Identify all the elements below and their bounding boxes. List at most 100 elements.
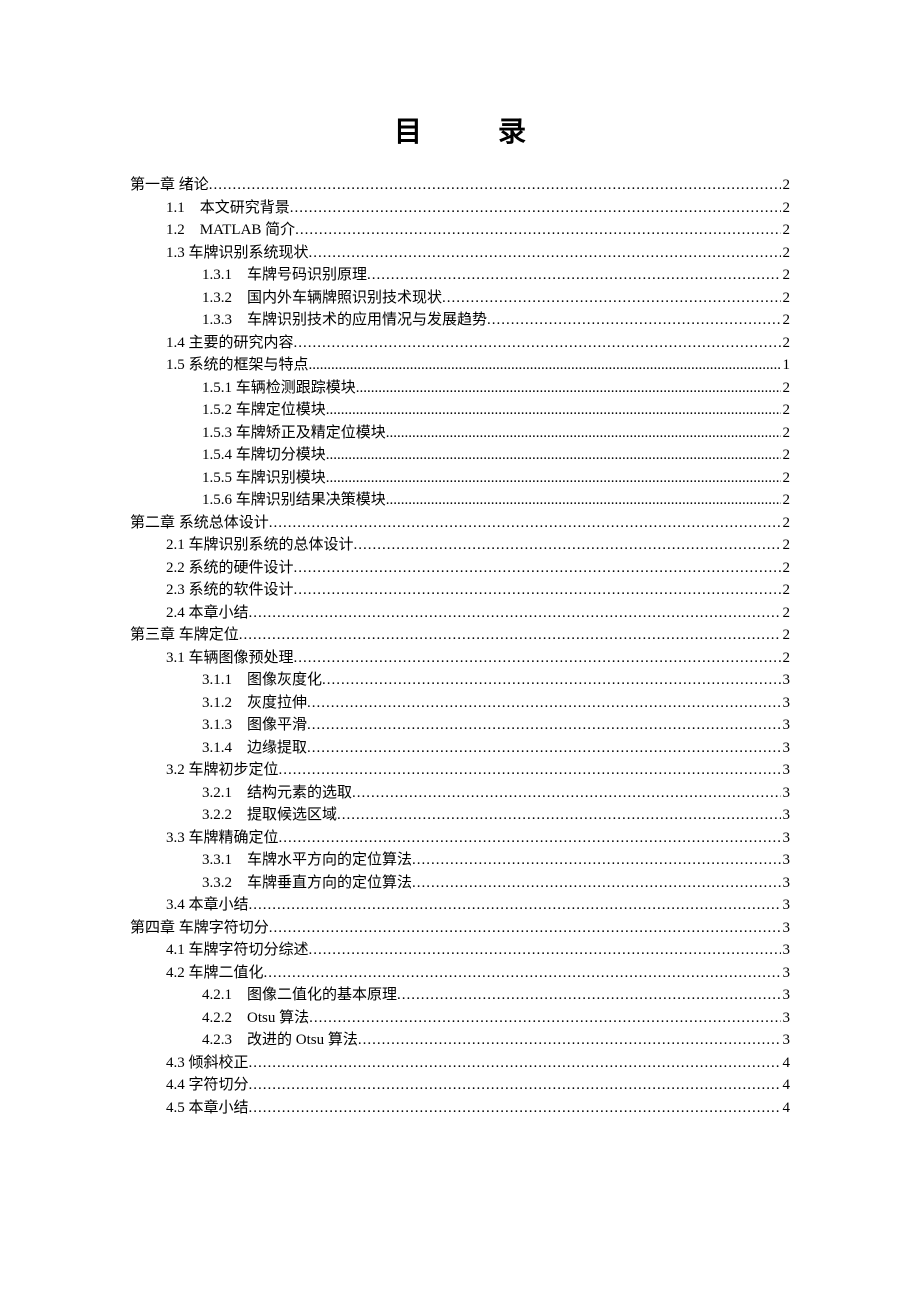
toc-entry-label: 1.5.3 车牌矫正及精定位模块 <box>202 422 386 445</box>
toc-leader <box>294 332 781 355</box>
toc-entry-page: 4 <box>781 1097 791 1120</box>
toc-entry-label: 4.5 本章小结 <box>166 1097 249 1120</box>
toc-entry-page: 3 <box>781 894 791 917</box>
toc-entry-label: 2.3 系统的软件设计 <box>166 579 294 602</box>
toc-entry: 第四章 车牌字符切分3 <box>130 917 790 940</box>
toc-entry-page: 2 <box>781 512 791 535</box>
toc-entry-label: 3.3.1 车牌水平方向的定位算法 <box>202 849 412 872</box>
toc-leader <box>309 1007 780 1030</box>
toc-entry-label: 3.2 车牌初步定位 <box>166 759 279 782</box>
toc-leader <box>249 1097 781 1120</box>
toc-entry-label: 4.2.3 改进的 Otsu 算法 <box>202 1029 358 1052</box>
toc-entry-page: 2 <box>781 219 791 242</box>
toc-entry-label: 1.5.1 车辆检测跟踪模块 <box>202 377 356 400</box>
toc-entry: 1.5.3 车牌矫正及精定位模块 2 <box>202 422 790 445</box>
toc-leader <box>249 602 781 625</box>
toc-leader <box>295 219 780 242</box>
toc-leader <box>307 737 780 760</box>
toc-leader <box>326 467 781 490</box>
toc-entry-page: 3 <box>781 962 791 985</box>
toc-entry-label: 4.2.1 图像二值化的基本原理 <box>202 984 397 1007</box>
toc-entry-label: 1.1 本文研究背景 <box>166 197 290 220</box>
toc-entry-label: 1.5 系统的框架与特点 <box>166 354 309 377</box>
toc-entry-label: 3.1.1 图像灰度化 <box>202 669 322 692</box>
toc-entry: 1.3.1 车牌号码识别原理2 <box>202 264 790 287</box>
toc-entry-page: 3 <box>781 669 791 692</box>
toc-entry-label: 4.3 倾斜校正 <box>166 1052 249 1075</box>
toc-entry: 1.3 车牌识别系统现状 2 <box>166 242 790 265</box>
toc-entry-page: 2 <box>781 467 791 490</box>
toc-entry: 3.3 车牌精确定位 3 <box>166 827 790 850</box>
toc-entry-page: 2 <box>781 489 791 512</box>
toc-entry: 1.3.3 车牌识别技术的应用情况与发展趋势2 <box>202 309 790 332</box>
toc-entry-label: 2.2 系统的硬件设计 <box>166 557 294 580</box>
toc-entry-page: 2 <box>781 332 791 355</box>
toc-leader <box>412 872 780 895</box>
toc-leader <box>279 827 781 850</box>
toc-entry-page: 3 <box>781 759 791 782</box>
toc-leader <box>249 894 781 917</box>
toc-entry-label: 3.1.4 边缘提取 <box>202 737 307 760</box>
toc-entry-page: 2 <box>781 602 791 625</box>
toc-entry: 2.3 系统的软件设计 2 <box>166 579 790 602</box>
toc-leader <box>309 354 781 377</box>
toc-entry-page: 3 <box>781 737 791 760</box>
toc-entry: 2.1 车牌识别系统的总体设计 2 <box>166 534 790 557</box>
toc-leader <box>354 534 781 557</box>
toc-entry: 第二章 系统总体设计 2 <box>130 512 790 535</box>
toc-entry-page: 2 <box>781 174 791 197</box>
toc-entry-page: 3 <box>781 872 791 895</box>
toc-entry-page: 4 <box>781 1074 791 1097</box>
toc-entry: 第一章 绪论2 <box>130 174 790 197</box>
toc-leader <box>487 309 780 332</box>
toc-entry: 1.3.2 国内外车辆牌照识别技术现状2 <box>202 287 790 310</box>
toc-entry-label: 1.2 MATLAB 简介 <box>166 219 295 242</box>
toc-entry: 1.4 主要的研究内容 2 <box>166 332 790 355</box>
toc-entry-label: 3.1.3 图像平滑 <box>202 714 307 737</box>
toc-leader <box>412 849 780 872</box>
toc-entry: 4.5 本章小结 4 <box>166 1097 790 1120</box>
toc-entry: 4.4 字符切分 4 <box>166 1074 790 1097</box>
toc-entry-page: 3 <box>781 1007 791 1030</box>
toc-entry-label: 1.3.2 国内外车辆牌照识别技术现状 <box>202 287 442 310</box>
toc-entry-page: 3 <box>781 849 791 872</box>
toc-entry-page: 2 <box>781 197 791 220</box>
toc-leader <box>326 444 781 467</box>
toc-leader <box>386 422 781 445</box>
toc-leader <box>294 647 781 670</box>
page-title: 目 录 <box>130 110 790 150</box>
toc-entry-label: 1.3.1 车牌号码识别原理 <box>202 264 367 287</box>
toc-entry-label: 4.2.2 Otsu 算法 <box>202 1007 309 1030</box>
toc-entry: 4.2 车牌二值化 3 <box>166 962 790 985</box>
toc-leader <box>307 692 780 715</box>
toc-leader <box>322 669 780 692</box>
toc-entry-page: 2 <box>781 377 791 400</box>
toc-entry: 4.2.3 改进的 Otsu 算法3 <box>202 1029 790 1052</box>
toc-entry-label: 3.2.2 提取候选区域 <box>202 804 337 827</box>
toc-entry-page: 2 <box>781 422 791 445</box>
toc-entry: 3.2.1 结构元素的选取3 <box>202 782 790 805</box>
toc-entry: 3.1.2 灰度拉伸3 <box>202 692 790 715</box>
toc-entry-page: 3 <box>781 804 791 827</box>
toc-leader <box>209 174 781 197</box>
toc-leader <box>309 242 781 265</box>
toc-leader <box>279 759 781 782</box>
toc-entry-page: 4 <box>781 1052 791 1075</box>
toc-entry-page: 3 <box>781 917 791 940</box>
toc-entry-label: 2.1 车牌识别系统的总体设计 <box>166 534 354 557</box>
toc-entry: 3.1.4 边缘提取 3 <box>202 737 790 760</box>
toc-leader <box>307 714 780 737</box>
toc-entry-label: 1.5.6 车牌识别结果决策模块 <box>202 489 386 512</box>
toc-entry-label: 1.5.2 车牌定位模块 <box>202 399 326 422</box>
toc-entry: 3.3.1 车牌水平方向的定位算法 3 <box>202 849 790 872</box>
toc-entry-label: 1.3 车牌识别系统现状 <box>166 242 309 265</box>
toc-entry-page: 2 <box>781 557 791 580</box>
toc-leader <box>386 489 781 512</box>
toc-entry-label: 第二章 系统总体设计 <box>130 512 269 535</box>
toc-entry: 4.2.1 图像二值化的基本原理3 <box>202 984 790 1007</box>
toc-entry-page: 3 <box>781 782 791 805</box>
toc-entry: 1.5.6 车牌识别结果决策模块 2 <box>202 489 790 512</box>
toc-entry: 3.1.1 图像灰度化 3 <box>202 669 790 692</box>
toc-entry-label: 2.4 本章小结 <box>166 602 249 625</box>
toc-entry-page: 3 <box>781 939 791 962</box>
